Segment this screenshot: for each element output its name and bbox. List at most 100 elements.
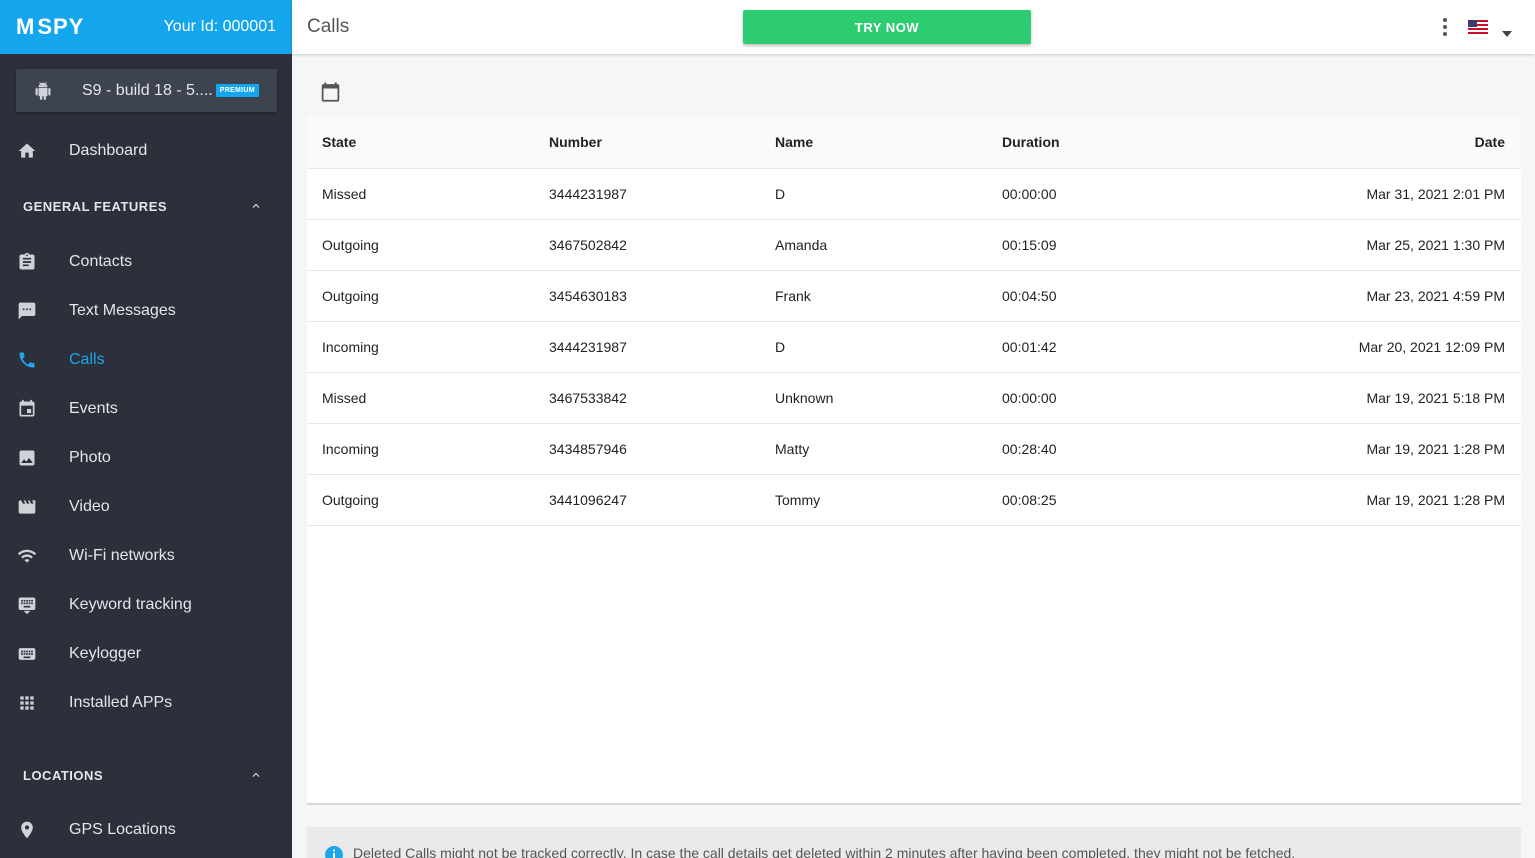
cell-number: 3444231987 [549, 186, 627, 202]
column-header-number[interactable]: Number [549, 134, 602, 150]
table-row[interactable]: Incoming 3434857946 Matty 00:28:40 Mar 1… [307, 424, 1521, 475]
more-vert-icon[interactable] [1440, 17, 1450, 37]
phone-icon [17, 350, 37, 370]
table-row[interactable]: Outgoing 3467502842 Amanda 00:15:09 Mar … [307, 220, 1521, 271]
sidebar-item-gps-locations[interactable]: GPS Locations [0, 810, 292, 850]
calendar-icon[interactable] [320, 81, 341, 103]
section-title: LOCATIONS [23, 767, 104, 783]
cell-state: Outgoing [322, 288, 379, 304]
sidebar-item-wifi-networks[interactable]: Wi-Fi networks [0, 536, 292, 576]
table-row[interactable]: Outgoing 3441096247 Tommy 00:08:25 Mar 1… [307, 475, 1521, 526]
device-name: S9 - build 18 - 5.... [82, 81, 213, 99]
logo-text: SPY [37, 14, 85, 39]
apps-grid-icon [17, 693, 37, 713]
cell-name: Frank [775, 288, 811, 304]
column-header-state[interactable]: State [322, 134, 356, 150]
cell-state: Missed [322, 186, 367, 202]
caret-down-icon[interactable] [1502, 24, 1512, 37]
cell-number: 3454630183 [549, 288, 627, 304]
info-text: Deleted Calls might not be tracked corre… [353, 845, 1296, 858]
cell-number: 3467533842 [549, 390, 627, 406]
home-icon [17, 141, 37, 161]
cell-state: Outgoing [322, 237, 379, 253]
section-locations[interactable]: LOCATIONS [0, 760, 292, 790]
cell-state: Outgoing [322, 492, 379, 508]
sidebar-item-photo[interactable]: Photo [0, 438, 292, 478]
cell-number: 3467502842 [549, 237, 627, 253]
table-row[interactable]: Incoming 3444231987 D 00:01:42 Mar 20, 2… [307, 322, 1521, 373]
calendar-icon [17, 399, 37, 419]
image-icon [17, 448, 37, 468]
sidebar-item-contacts[interactable]: Contacts [0, 242, 292, 282]
cell-date: Mar 25, 2021 1:30 PM [1366, 237, 1505, 253]
sidebar-item-calls[interactable]: Calls [0, 340, 292, 380]
sidebar: M SPY Your Id: 000001 S9 - build 18 - 5.… [0, 0, 292, 858]
info-icon [324, 845, 344, 858]
cell-duration: 00:04:50 [1002, 288, 1057, 304]
device-selector[interactable]: S9 - build 18 - 5.... PREMIUM [16, 69, 277, 112]
user-id: Your Id: 000001 [163, 18, 276, 35]
us-flag-icon[interactable] [1468, 20, 1488, 34]
sidebar-item-label: Keylogger [69, 645, 142, 662]
cell-date: Mar 19, 2021 5:18 PM [1366, 390, 1505, 406]
cell-duration: 00:28:40 [1002, 441, 1057, 457]
sidebar-item-keyword-tracking[interactable]: Keyword tracking [0, 585, 292, 625]
sidebar-item-label: Wi-Fi networks [69, 547, 175, 564]
table-row[interactable]: Outgoing 3454630183 Frank 00:04:50 Mar 2… [307, 271, 1521, 322]
sidebar-item-video[interactable]: Video [0, 487, 292, 527]
table-header-row: State Number Name Duration Date [307, 116, 1521, 169]
sidebar-item-label: Installed APPs [69, 694, 173, 711]
sidebar-item-dashboard[interactable]: Dashboard [0, 131, 292, 171]
cell-date: Mar 19, 2021 1:28 PM [1366, 441, 1505, 457]
top-header: Calls TRY NOW [292, 0, 1535, 54]
sidebar-item-text-messages[interactable]: Text Messages [0, 291, 292, 331]
cell-date: Mar 20, 2021 12:09 PM [1358, 339, 1505, 355]
android-icon [34, 81, 52, 100]
chevron-up-icon [249, 199, 263, 213]
sidebar-item-label: Dashboard [69, 142, 148, 159]
message-icon [17, 301, 37, 321]
cell-date: Mar 23, 2021 4:59 PM [1366, 288, 1505, 304]
cell-number: 3434857946 [549, 441, 627, 457]
brand-bar: M SPY Your Id: 000001 [0, 0, 292, 54]
sidebar-item-events[interactable]: Events [0, 389, 292, 429]
sidebar-item-label: Video [69, 498, 110, 515]
cell-date: Mar 31, 2021 2:01 PM [1366, 186, 1505, 202]
chevron-up-icon [249, 768, 263, 782]
try-now-button[interactable]: TRY NOW [743, 10, 1031, 44]
column-header-name[interactable]: Name [775, 134, 813, 150]
cell-name: D [775, 186, 786, 202]
table-row[interactable]: Missed 3444231987 D 00:00:00 Mar 31, 202… [307, 169, 1521, 220]
info-notice: Deleted Calls might not be tracked corre… [307, 827, 1521, 858]
film-icon [17, 497, 37, 517]
keyboard-icon [17, 595, 37, 615]
cell-date: Mar 19, 2021 1:28 PM [1366, 492, 1505, 508]
section-general-features[interactable]: GENERAL FEATURES [0, 191, 292, 221]
table-row[interactable]: Missed 3467533842 Unknown 00:00:00 Mar 1… [307, 373, 1521, 424]
column-header-duration[interactable]: Duration [1002, 134, 1060, 150]
sidebar-item-label: Keyword tracking [69, 596, 192, 613]
cell-name: D [775, 339, 786, 355]
premium-badge: PREMIUM [215, 84, 259, 97]
cell-duration: 00:00:00 [1002, 186, 1057, 202]
calls-table: State Number Name Duration Date Missed 3… [307, 116, 1521, 805]
cell-name: Matty [775, 441, 810, 457]
sidebar-item-label: Text Messages [69, 302, 176, 319]
sidebar-item-label: Calls [69, 351, 105, 368]
cell-duration: 00:00:00 [1002, 390, 1057, 406]
cell-name: Amanda [775, 237, 828, 253]
cell-state: Incoming [322, 441, 379, 457]
cell-name: Unknown [775, 390, 834, 406]
mspy-logo[interactable]: M SPY [16, 14, 84, 40]
location-pin-icon [17, 820, 37, 840]
sidebar-item-label: Photo [69, 449, 111, 466]
cell-number: 3441096247 [549, 492, 627, 508]
cell-name: Tommy [775, 492, 821, 508]
sidebar-item-keylogger[interactable]: Keylogger [0, 634, 292, 674]
sidebar-item-installed-apps[interactable]: Installed APPs [0, 683, 292, 723]
column-header-date[interactable]: Date [1475, 134, 1505, 150]
cell-duration: 00:01:42 [1002, 339, 1057, 355]
page-title: Calls [307, 16, 350, 37]
sidebar-item-label: Events [69, 400, 118, 417]
keyboard-icon [17, 644, 37, 664]
